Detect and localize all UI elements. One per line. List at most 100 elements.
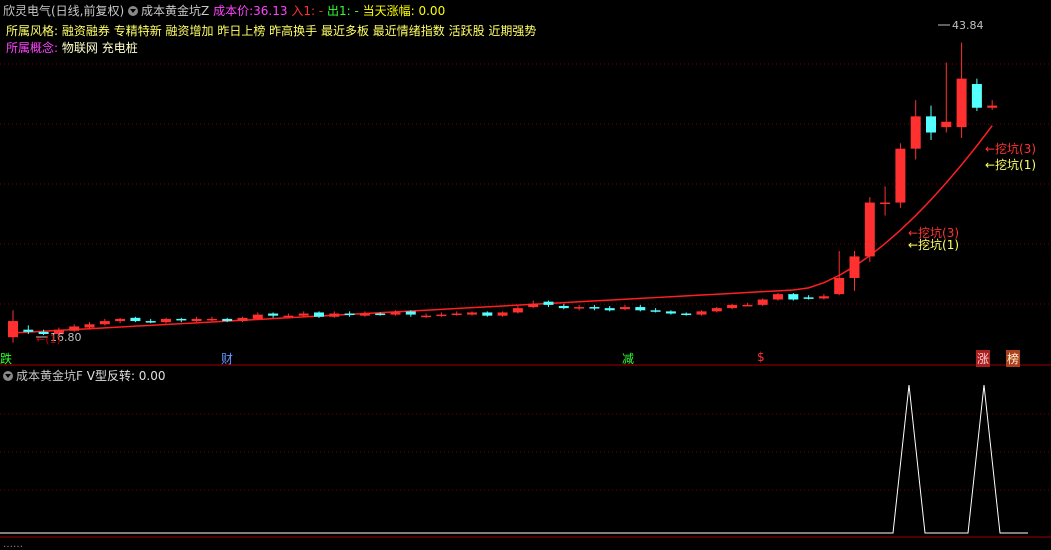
in-label: 入1: -: [291, 4, 324, 18]
candle-body-42: [650, 310, 661, 312]
candle-body-6: [99, 321, 110, 325]
candle-body-52: [803, 297, 814, 299]
candle-body-55: [849, 256, 860, 278]
candle-body-60: [926, 116, 936, 133]
candle-body-21: [329, 313, 340, 317]
kline-chart[interactable]: 43.84 16.80: [0, 0, 1051, 545]
candle-body-43: [665, 311, 676, 314]
candle-body-31: [482, 312, 493, 316]
candle-body-38: [589, 307, 600, 309]
candle-body-24: [375, 313, 386, 316]
candle-body-0: [8, 321, 18, 338]
low-overlay-annotation: ←(1): [36, 333, 61, 346]
v-reversal-path: [0, 384, 1028, 534]
candle-body-47: [727, 304, 738, 309]
concept-label: 所属概念:: [6, 41, 59, 55]
marker-reduce[interactable]: 减: [622, 350, 634, 367]
candle-body-57: [880, 202, 891, 205]
concept-value: 物联网 充电桩: [61, 41, 138, 55]
candle-body-35: [543, 301, 554, 305]
cost-value: 36.13: [253, 4, 288, 18]
candle-body-49: [757, 299, 768, 305]
dig1-annotation-mid: ←挖坑(1): [908, 238, 960, 252]
candle-body-10: [161, 318, 171, 323]
candle-body-19: [298, 313, 309, 316]
candle-body-62: [956, 78, 967, 128]
candle-body-15: [237, 317, 248, 322]
style-row: 所属风格: 融资融券 专精特新 融资增加 昨日上榜 昨高换手 最近多板 最近情绪…: [6, 22, 536, 39]
candle-body-7: [115, 318, 126, 322]
price-grid: [0, 63, 1051, 491]
candle-body-27: [421, 315, 432, 318]
candle-body-26: [405, 311, 416, 315]
sub-indicator-name[interactable]: 成本黄金坑F: [16, 369, 83, 383]
candle-body-48: [742, 304, 753, 307]
marker-rise[interactable]: 涨: [976, 350, 991, 367]
style-value: 融资融券 专精特新 融资增加 昨日上榜 昨高换手 最近多板 最近情绪指数 活跃股…: [61, 24, 537, 38]
candle-body-36: [558, 305, 569, 309]
cost-label: 成本价:: [213, 4, 254, 18]
candle-body-64: [987, 105, 998, 108]
candle-body-44: [681, 313, 692, 316]
candle-body-40: [620, 307, 630, 310]
dig1-annotation-top: ←挖坑(1): [985, 158, 1037, 172]
candle-body-61: [941, 121, 952, 128]
candle-body-58: [895, 148, 906, 203]
high-price-label: 43.84: [952, 19, 984, 32]
candle-body-17: [268, 313, 279, 316]
candle-body-23: [359, 313, 370, 316]
candle-body-28: [436, 314, 447, 317]
candle-body-18: [283, 315, 294, 318]
candle-body-1: [23, 329, 34, 332]
v-reversal-label: V型反转: 0.00: [86, 369, 166, 383]
candle-body-37: [574, 307, 585, 309]
marker-fall[interactable]: 跌: [0, 350, 12, 367]
candle-body-53: [818, 296, 829, 299]
candle-body-13: [206, 318, 217, 321]
cost-line-path: [12, 125, 993, 334]
candle-body-5: [84, 324, 95, 328]
candle-body-25: [390, 312, 401, 315]
candle-body-56: [864, 202, 875, 257]
concept-row: 所属概念: 物联网 充电桩: [6, 39, 138, 56]
candle-body-33: [512, 308, 523, 313]
candle-body-8: [130, 317, 141, 322]
marker-finance[interactable]: 财: [221, 350, 233, 367]
candle-body-30: [467, 312, 477, 315]
style-label: 所属风格:: [6, 24, 59, 38]
indicator-toggle-icon[interactable]: [128, 6, 139, 16]
candle-body-34: [528, 303, 539, 308]
candle-body-11: [176, 318, 187, 321]
candle-body-16: [252, 314, 263, 319]
candle-body-63: [971, 84, 982, 108]
candle-body-22: [344, 313, 355, 316]
candle-body-41: [635, 307, 646, 311]
out-label: 出1: -: [326, 4, 359, 18]
candle-body-12: [191, 318, 202, 322]
candle-body-9: [145, 321, 156, 323]
indicator-name[interactable]: 成本黄金坑Z: [141, 4, 209, 18]
marker-dollar[interactable]: $: [757, 350, 765, 364]
marker-rank[interactable]: 榜: [1006, 350, 1021, 367]
sub-indicator-toggle-icon[interactable]: [3, 371, 13, 381]
chart-header: 欣灵电气(日线,前复权) 成本黄金坑Z 成本价:36.13 入1: - 出1: …: [3, 2, 445, 19]
high-price-marker: 43.84: [938, 19, 984, 32]
candle-body-39: [604, 308, 615, 311]
cost-line: [12, 125, 993, 334]
candles-group: [8, 42, 998, 343]
candle-body-32: [497, 312, 508, 316]
candle-body-45: [696, 311, 707, 315]
change-label: 当天涨幅: 0.00: [362, 4, 446, 18]
candle-body-59: [910, 116, 921, 149]
candle-body-50: [773, 294, 783, 300]
candle-body-51: [788, 294, 799, 300]
sub-panel-header: 成本黄金坑F V型反转: 0.00: [3, 367, 166, 384]
stock-title[interactable]: 欣灵电气(日线,前复权): [3, 4, 124, 18]
candle-body-20: [314, 312, 324, 317]
candle-body-46: [711, 308, 722, 312]
candle-body-14: [222, 318, 233, 322]
candle-body-29: [451, 313, 462, 316]
v-reversal-line: [0, 384, 1028, 534]
dig3-annotation-top: ←挖坑(3): [985, 142, 1037, 156]
candle-body-54: [834, 277, 845, 295]
